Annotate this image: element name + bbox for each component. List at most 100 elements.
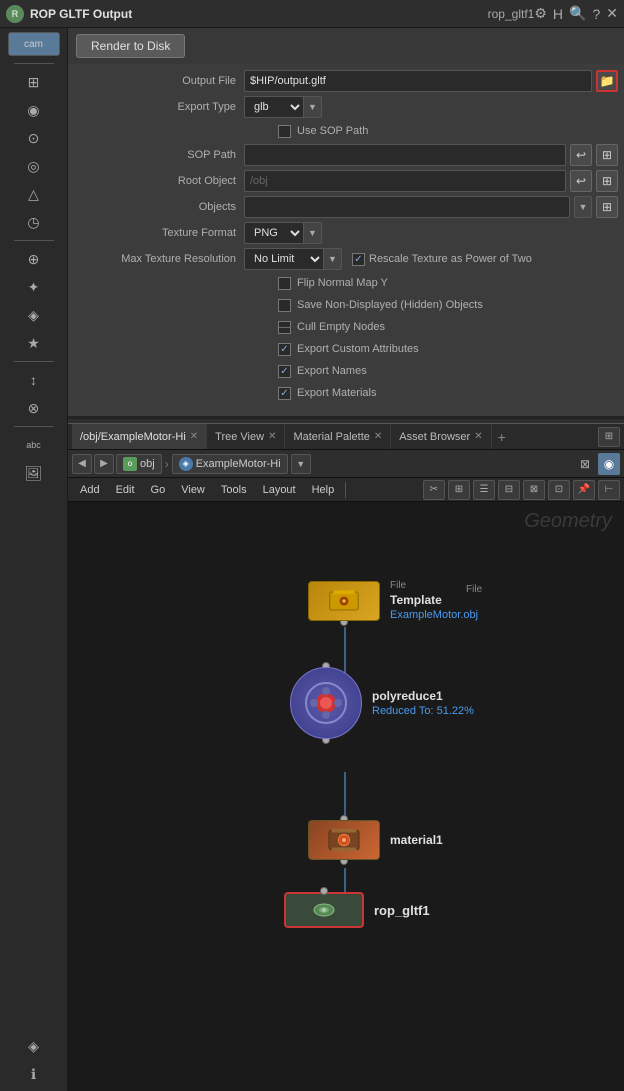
root-object-input[interactable] [244,170,566,192]
tab-asset-browser-close[interactable]: ✕ [474,431,482,442]
menu-view[interactable]: View [173,478,213,502]
sidebar-icon-cross[interactable]: ⊗ [12,395,56,421]
export-type-label: Export Type [74,101,244,113]
nav-forward-button[interactable]: ▶ [94,454,114,474]
menu-tools[interactable]: Tools [213,478,255,502]
sidebar-icon-info[interactable]: ℹ [12,1061,56,1087]
path-obj-icon: o [123,457,137,471]
sop-path-input[interactable] [244,144,566,166]
root-object-pick-button[interactable]: ↩ [570,170,592,192]
menu-layout[interactable]: Layout [255,478,304,502]
sidebar-icon-abc[interactable]: abc [12,432,56,458]
texture-format-label: Texture Format [74,227,244,239]
menu-help[interactable]: Help [304,478,343,502]
max-texture-arrow[interactable]: ▼ [324,248,342,270]
tab-add-button[interactable]: + [492,429,512,445]
menu-icon-cut[interactable]: ✂ [423,480,445,500]
window-subtitle: rop_gltf1 [488,7,535,21]
objects-input[interactable] [244,196,570,218]
menu-go[interactable]: Go [143,478,174,502]
tab-material-palette-close[interactable]: ✕ [374,431,382,442]
sidebar-icon-star2[interactable]: ★ [12,330,56,356]
bottom-area: /obj/ExampleMotor-Hi ✕ Tree View ✕ Mater… [68,424,624,1091]
settings-icon[interactable]: ⚙ [534,5,547,22]
rop-node-container[interactable]: rop_gltf1 [284,892,430,928]
sidebar-icon-arrows[interactable]: ↕ [12,367,56,393]
sidebar-icon-triangle[interactable]: △ [12,181,56,207]
export-type-arrow[interactable]: ▼ [304,96,322,118]
mat-node[interactable]: material1 [308,820,443,860]
file-node[interactable]: File Template ExampleMotor.obj [308,580,478,621]
menu-icon-pin[interactable]: 📌 [573,480,595,500]
sidebar-icon-image[interactable]: 🖼 [12,460,56,486]
tab-options-btn[interactable]: ⊞ [598,427,620,447]
tab-asset-browser[interactable]: Asset Browser ✕ [391,424,491,450]
menu-icon-view[interactable]: ⊡ [548,480,570,500]
mat-node-name: material1 [390,833,443,847]
sidebar-icon-plus[interactable]: ⊕ [12,246,56,272]
sop-path-extra-button[interactable]: ⊞ [596,144,618,166]
tab-material-palette[interactable]: Material Palette ✕ [285,424,391,450]
render-btn-row: Render to Disk [68,28,624,64]
export-custom-checkbox[interactable] [278,343,291,356]
sop-path-pick-button[interactable]: ↩ [570,144,592,166]
tab-example-motor-close[interactable]: ✕ [190,431,198,442]
use-sop-path-checkbox[interactable] [278,125,291,138]
cull-empty-checkbox[interactable]: – [278,321,291,334]
sidebar-icon-location[interactable]: ◈ [12,1033,56,1059]
max-texture-select[interactable]: No Limit [244,248,324,270]
export-type-row: Export Type glb gltf ▼ [68,94,624,120]
sidebar-icon-star[interactable]: ✦ [12,274,56,300]
menu-icon-grid[interactable]: ⊟ [498,480,520,500]
menu-icon-list[interactable]: ☰ [473,480,495,500]
texture-format-select[interactable]: PNG JPG [244,222,304,244]
menu-icon-extra[interactable]: ⊢ [598,480,620,500]
sidebar-icon-flower[interactable]: ◈ [12,302,56,328]
close-icon[interactable]: ✕ [606,5,618,22]
path-dropdown-button[interactable]: ▼ [291,454,311,474]
objects-extra-button[interactable]: ⊞ [596,196,618,218]
menu-icon-table[interactable]: ⊠ [523,480,545,500]
save-hidden-checkbox[interactable] [278,299,291,312]
help-h-icon[interactable]: H [553,6,563,22]
question-icon[interactable]: ? [592,6,600,22]
render-to-disk-button[interactable]: Render to Disk [76,34,185,58]
path-name-segment[interactable]: ◈ ExampleMotor-Hi [172,454,288,474]
tab-example-motor[interactable]: /obj/ExampleMotor-Hi ✕ [72,424,207,450]
menu-edit[interactable]: Edit [108,478,143,502]
menu-add[interactable]: Add [72,478,108,502]
output-file-label: Output File [74,75,244,87]
export-type-select[interactable]: glb gltf [244,96,304,118]
rescale-checkbox[interactable] [352,253,365,266]
sop-path-value: ↩ ⊞ [244,144,618,166]
sidebar-icon-camera[interactable]: ◉ [12,97,56,123]
export-materials-checkbox[interactable] [278,387,291,400]
toolbar-snap-icon[interactable]: ⊠ [574,453,596,475]
rop-node-top-connector [320,887,328,895]
path-obj-segment[interactable]: o obj [116,454,162,474]
search-icon[interactable]: 🔍 [569,5,586,22]
tab-tree-view[interactable]: Tree View ✕ [207,424,285,450]
output-file-browse-button[interactable]: 📁 [596,70,618,92]
export-materials-label: Export Materials [297,387,376,399]
root-object-extra-button[interactable]: ⊞ [596,170,618,192]
node-path: o obj › ◈ ExampleMotor-Hi ▼ [116,454,572,474]
toolbar-active-icon[interactable]: ◉ [598,453,620,475]
export-names-checkbox[interactable] [278,365,291,378]
texture-format-value: PNG JPG ▼ [244,222,618,244]
sidebar-icon-circle[interactable]: ⊙ [12,125,56,151]
nav-back-button[interactable]: ◀ [72,454,92,474]
tab-tree-view-close[interactable]: ✕ [268,431,276,442]
sidebar-icon-grid[interactable]: ⊞ [12,69,56,95]
menu-icon-copy[interactable]: ⊞ [448,480,470,500]
export-type-select-wrap: glb gltf ▼ [244,96,322,118]
texture-format-arrow[interactable]: ▼ [304,222,322,244]
sidebar-cam-btn[interactable]: cam [8,32,60,56]
objects-dropdown[interactable]: ▼ [574,196,592,218]
flip-normal-checkbox[interactable] [278,277,291,290]
sidebar: cam ⊞ ◉ ⊙ ◎ △ ◷ ⊕ ✦ ◈ ★ ↕ ⊗ abc 🖼 ◈ ℹ [0,28,68,1091]
output-file-input[interactable] [244,70,592,92]
poly-node[interactable]: polyreduce1 Reduced To: 51.22% [290,667,474,739]
sidebar-icon-clock[interactable]: ◷ [12,209,56,235]
sidebar-icon-target[interactable]: ◎ [12,153,56,179]
